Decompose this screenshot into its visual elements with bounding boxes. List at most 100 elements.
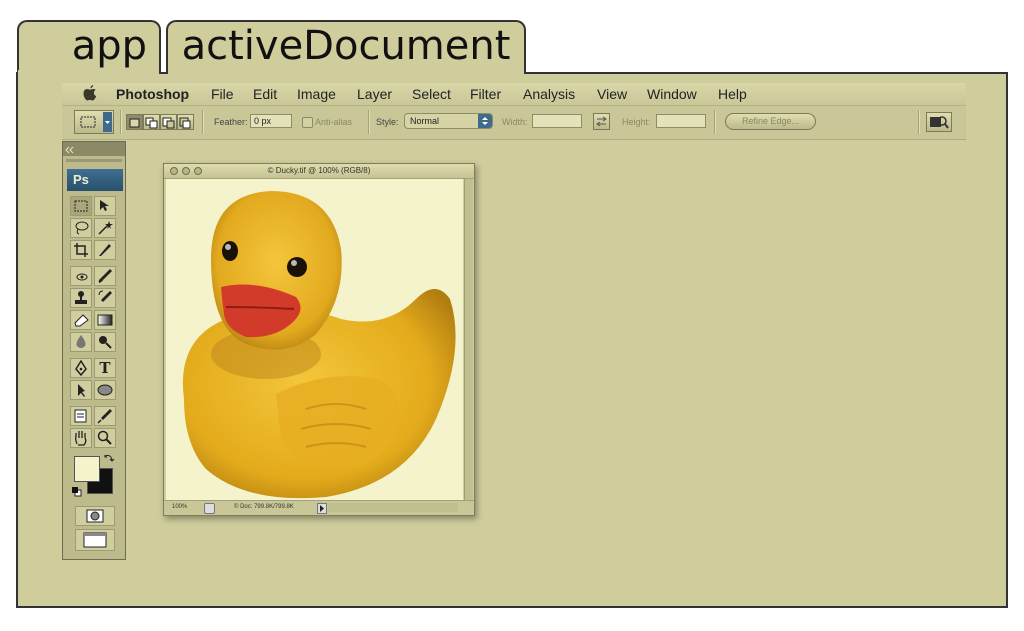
status-menu-icon[interactable] — [204, 503, 215, 514]
quick-mask-mode-button[interactable] — [75, 506, 115, 526]
menu-filter[interactable]: Filter — [470, 86, 501, 102]
pen-tool-icon[interactable] — [70, 358, 92, 378]
quick-mask-icon — [86, 509, 104, 523]
divider — [368, 110, 370, 134]
menu-view[interactable]: View — [597, 86, 627, 102]
minimize-window-icon[interactable] — [182, 167, 190, 175]
menu-image[interactable]: Image — [297, 86, 336, 102]
spot-healing-tool-icon[interactable] — [70, 266, 92, 286]
photoshop-logo[interactable]: Ps — [67, 169, 123, 191]
height-input[interactable] — [656, 114, 706, 128]
menu-bar: Photoshop File Edit Image Layer Select F… — [62, 83, 966, 106]
zoom-window-icon[interactable] — [194, 167, 202, 175]
menu-layer[interactable]: Layer — [357, 86, 392, 102]
add-selection-icon — [145, 117, 158, 129]
menu-help[interactable]: Help — [718, 86, 747, 102]
shape-tool-icon[interactable] — [94, 380, 116, 400]
zoom-tool-icon[interactable] — [94, 428, 116, 448]
status-arrow-icon[interactable] — [317, 503, 327, 514]
menu-analysis[interactable]: Analysis — [523, 86, 575, 102]
document-size-info: © Doc: 799.8K/799.8K — [234, 504, 294, 510]
divider — [714, 110, 716, 134]
eyedropper-tool-icon[interactable] — [94, 406, 116, 426]
toolbox-panel: Ps T — [62, 141, 126, 560]
new-selection-button[interactable] — [126, 114, 143, 130]
collapse-arrows-icon[interactable] — [63, 143, 79, 157]
tab-join — [18, 70, 159, 76]
document-status-bar: 100% © Doc: 799.8K/799.8K — [164, 500, 474, 515]
default-colors-icon[interactable] — [71, 486, 83, 498]
rubber-duck-image — [182, 191, 456, 499]
swap-dimensions-button[interactable] — [593, 113, 610, 130]
dodge-tool-icon[interactable] — [94, 332, 116, 352]
slice-tool-icon[interactable] — [94, 240, 116, 260]
document-canvas[interactable] — [166, 179, 463, 501]
feather-input[interactable]: 0 px — [250, 114, 292, 128]
intersect-selection-button[interactable] — [177, 114, 194, 130]
move-tool-icon[interactable] — [94, 196, 116, 216]
add-selection-button[interactable] — [143, 114, 160, 130]
document-title: © Ducky.tif @ 100% (RGB/8) — [267, 166, 371, 175]
anti-alias-checkbox[interactable] — [302, 117, 313, 128]
lasso-tool-icon[interactable] — [70, 218, 92, 238]
screen-mode-button[interactable] — [75, 529, 115, 551]
width-label: Width: — [502, 117, 528, 127]
notes-tool-icon[interactable] — [70, 406, 92, 426]
subtract-selection-button[interactable] — [160, 114, 177, 130]
foreground-color-swatch-front[interactable] — [74, 456, 100, 482]
bridge-icon — [930, 116, 949, 129]
screen-mode-icon — [83, 532, 107, 548]
options-bar: Feather: 0 px Anti-alias Style: Normal W… — [62, 106, 966, 140]
refine-edge-button[interactable]: Refine Edge... — [725, 113, 816, 130]
document-title-bar[interactable]: © Ducky.tif @ 100% (RGB/8) — [164, 164, 474, 179]
tab-join-2 — [168, 70, 524, 76]
menu-select[interactable]: Select — [412, 86, 451, 102]
grip[interactable] — [66, 159, 122, 162]
intersect-selection-icon — [179, 117, 191, 129]
brush-tool-icon[interactable] — [94, 266, 116, 286]
clone-stamp-tool-icon[interactable] — [70, 288, 92, 308]
app-tab-label: app — [17, 20, 161, 74]
type-tool-icon[interactable]: T — [94, 358, 116, 378]
swap-arrows-icon — [596, 116, 607, 127]
divider — [202, 110, 204, 134]
style-label: Style: — [376, 117, 399, 127]
menu-window[interactable]: Window — [647, 86, 697, 102]
height-label: Height: — [622, 117, 651, 127]
magic-wand-tool-icon[interactable] — [94, 218, 116, 238]
menu-edit[interactable]: Edit — [253, 86, 277, 102]
new-selection-icon — [129, 118, 140, 128]
gradient-tool-icon[interactable] — [94, 310, 116, 330]
active-document-tab-label: activeDocument — [166, 20, 526, 74]
menu-app-name[interactable]: Photoshop — [116, 86, 189, 102]
menu-file[interactable]: File — [211, 86, 234, 102]
hand-tool-icon[interactable] — [70, 428, 92, 448]
rectangular-marquee-tool-icon[interactable] — [70, 196, 92, 216]
path-selection-tool-icon[interactable] — [70, 380, 92, 400]
active-document-tab-text: activeDocument — [181, 23, 511, 69]
subtract-selection-icon — [162, 117, 175, 129]
bridge-button[interactable] — [926, 112, 952, 132]
zoom-level[interactable]: 100% — [172, 504, 187, 510]
style-select-value: Normal — [410, 116, 440, 126]
horizontal-scrollbar[interactable] — [328, 503, 458, 512]
toolbox-header[interactable] — [63, 142, 125, 156]
blur-tool-icon[interactable] — [70, 332, 92, 352]
history-brush-tool-icon[interactable] — [94, 288, 116, 308]
updown-arrows-icon — [478, 114, 492, 128]
tool-preset-picker[interactable] — [74, 110, 114, 134]
app-tab-text: app — [71, 23, 147, 69]
feather-label: Feather: — [214, 117, 248, 127]
divider — [120, 110, 122, 134]
marquee-icon — [80, 116, 96, 128]
width-input[interactable] — [532, 114, 582, 128]
crop-tool-icon[interactable] — [70, 240, 92, 260]
eraser-tool-icon[interactable] — [70, 310, 92, 330]
document-window: © Ducky.tif @ 100% (RGB/8) 100% © Doc: 7… — [163, 163, 475, 516]
style-select[interactable]: Normal — [404, 113, 493, 129]
close-window-icon[interactable] — [170, 167, 178, 175]
swap-colors-icon[interactable] — [103, 452, 115, 464]
apple-icon[interactable] — [82, 84, 98, 102]
chevron-down-icon — [103, 112, 112, 132]
vertical-scrollbar[interactable] — [464, 179, 473, 501]
